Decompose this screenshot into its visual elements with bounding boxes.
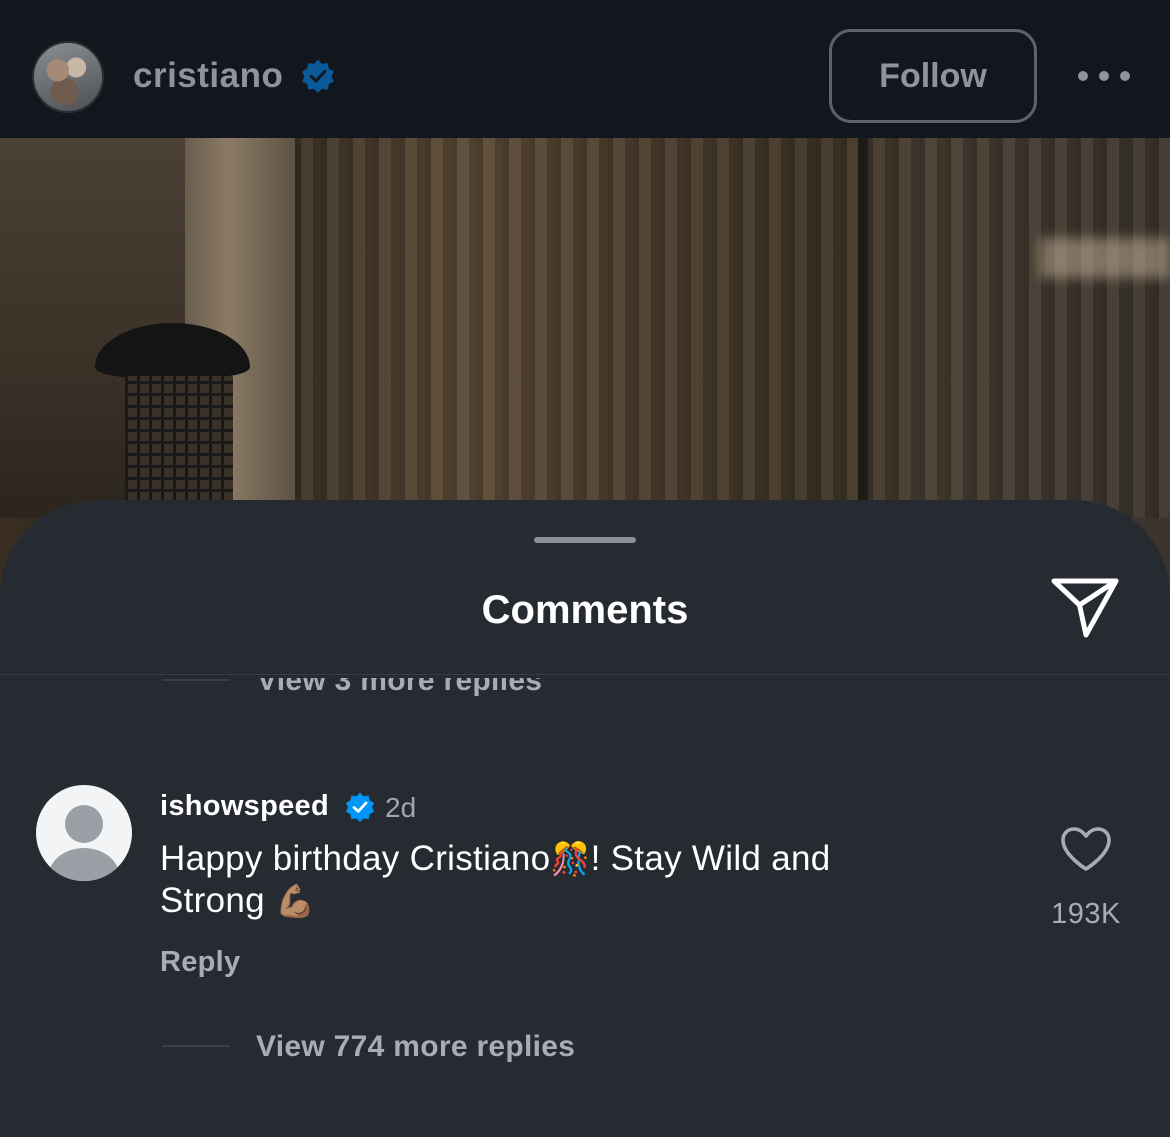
avatar-placeholder-body <box>48 848 120 881</box>
post-header: cristiano Follow <box>0 0 1170 138</box>
dot <box>1078 71 1088 81</box>
verified-badge-icon <box>302 59 334 93</box>
paper-plane-icon[interactable] <box>1050 575 1120 639</box>
comment-username[interactable]: ishowspeed <box>160 790 329 823</box>
comment-text-part: Strong <box>160 881 275 920</box>
reply-button[interactable]: Reply <box>160 946 240 979</box>
replies-line <box>162 679 230 681</box>
view-more-replies-link[interactable]: View 774 more replies <box>256 1030 575 1064</box>
comment-text-part: ! Stay Wild and <box>590 839 831 878</box>
avatar-placeholder-head <box>65 805 103 843</box>
photo-lantern-body <box>125 376 233 516</box>
comment-timestamp: 2d <box>385 792 417 823</box>
post-username[interactable]: cristiano <box>133 56 283 96</box>
divider <box>0 674 1170 675</box>
muscle-emoji: 💪🏽 <box>274 882 316 920</box>
avatar[interactable] <box>32 41 104 113</box>
more-options-icon[interactable] <box>1078 66 1130 86</box>
comment-text: Happy birthday Cristiano🎊! Stay Wild and… <box>160 838 920 922</box>
confetti-emoji: 🎊 <box>550 840 591 878</box>
replies-line <box>162 1045 230 1047</box>
view-more-replies-link[interactable]: View 3 more replies <box>257 678 542 698</box>
heart-icon[interactable] <box>1060 826 1112 872</box>
photo-post <box>858 138 868 518</box>
comments-sheet: Comments View 3 more replies ishowspeed … <box>0 500 1170 1137</box>
photo-light <box>1040 238 1170 278</box>
like-count: 193K <box>1051 898 1121 930</box>
dot <box>1120 71 1130 81</box>
verified-badge-icon <box>345 792 375 823</box>
commenter-avatar[interactable] <box>36 785 132 881</box>
photo-curtain <box>295 138 1170 518</box>
sheet-title: Comments <box>481 588 689 632</box>
sheet-drag-handle[interactable] <box>534 537 636 543</box>
dot <box>1099 71 1109 81</box>
comment-text-part: Happy birthday Cristiano <box>160 839 551 878</box>
follow-button[interactable]: Follow <box>829 29 1037 123</box>
